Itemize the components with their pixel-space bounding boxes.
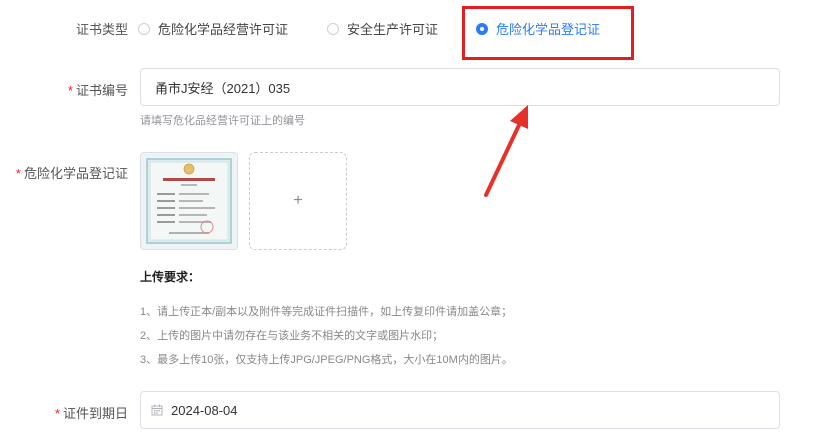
requirement-line: 1、请上传正本/副本以及附件等完成证件扫描件，如上传复印件请加盖公章； (140, 306, 513, 318)
radio-label: 危险化学品经营许可证 (158, 22, 289, 37)
required-mark: * (15, 166, 21, 181)
cert-type-label: 证书类型 (75, 22, 128, 37)
expiry-date-value: 2024-08-04 (171, 402, 238, 418)
cert-number-input[interactable]: 甬市J安经（2021）035 (140, 68, 780, 106)
required-mark: * (54, 406, 60, 421)
calendar-icon (151, 404, 163, 416)
required-mark: * (67, 83, 73, 98)
cert-number-label: * 证书编号 (67, 83, 128, 98)
certificate-image (141, 153, 237, 249)
cert-number-value: 甬市J安经（2021）035 (155, 80, 291, 96)
expiry-date-label: * 证件到期日 (54, 406, 128, 421)
plus-icon: + (293, 192, 303, 209)
requirement-line: 3、最多上传10张，仅支持上传JPG/JPEG/PNG格式，大小在10M内的图片… (140, 354, 513, 366)
annotation-highlight-box (462, 6, 634, 60)
upload-requirements-title: 上传要求： (140, 270, 201, 284)
radio-label: 安全生产许可证 (347, 22, 439, 37)
expiry-date-picker[interactable]: 2024-08-04 (140, 391, 780, 429)
registration-cert-label: * 危险化学品登记证 (15, 166, 128, 181)
cert-number-hint: 请填写危化品经营许可证上的编号 (140, 115, 305, 127)
radio-circle (327, 22, 339, 35)
radio-hazchem-business-license[interactable]: 危险化学品经营许可证 (138, 19, 288, 38)
uploaded-certificate-thumbnail[interactable] (140, 152, 238, 250)
add-image-button[interactable]: + (249, 152, 347, 250)
requirement-line: 2、上传的图片中请勿存在与该业务不相关的文字或图片水印； (140, 330, 444, 342)
annotation-arrow (484, 105, 528, 197)
radio-safety-production-license[interactable]: 安全生产许可证 (327, 19, 438, 38)
radio-circle (138, 22, 150, 35)
